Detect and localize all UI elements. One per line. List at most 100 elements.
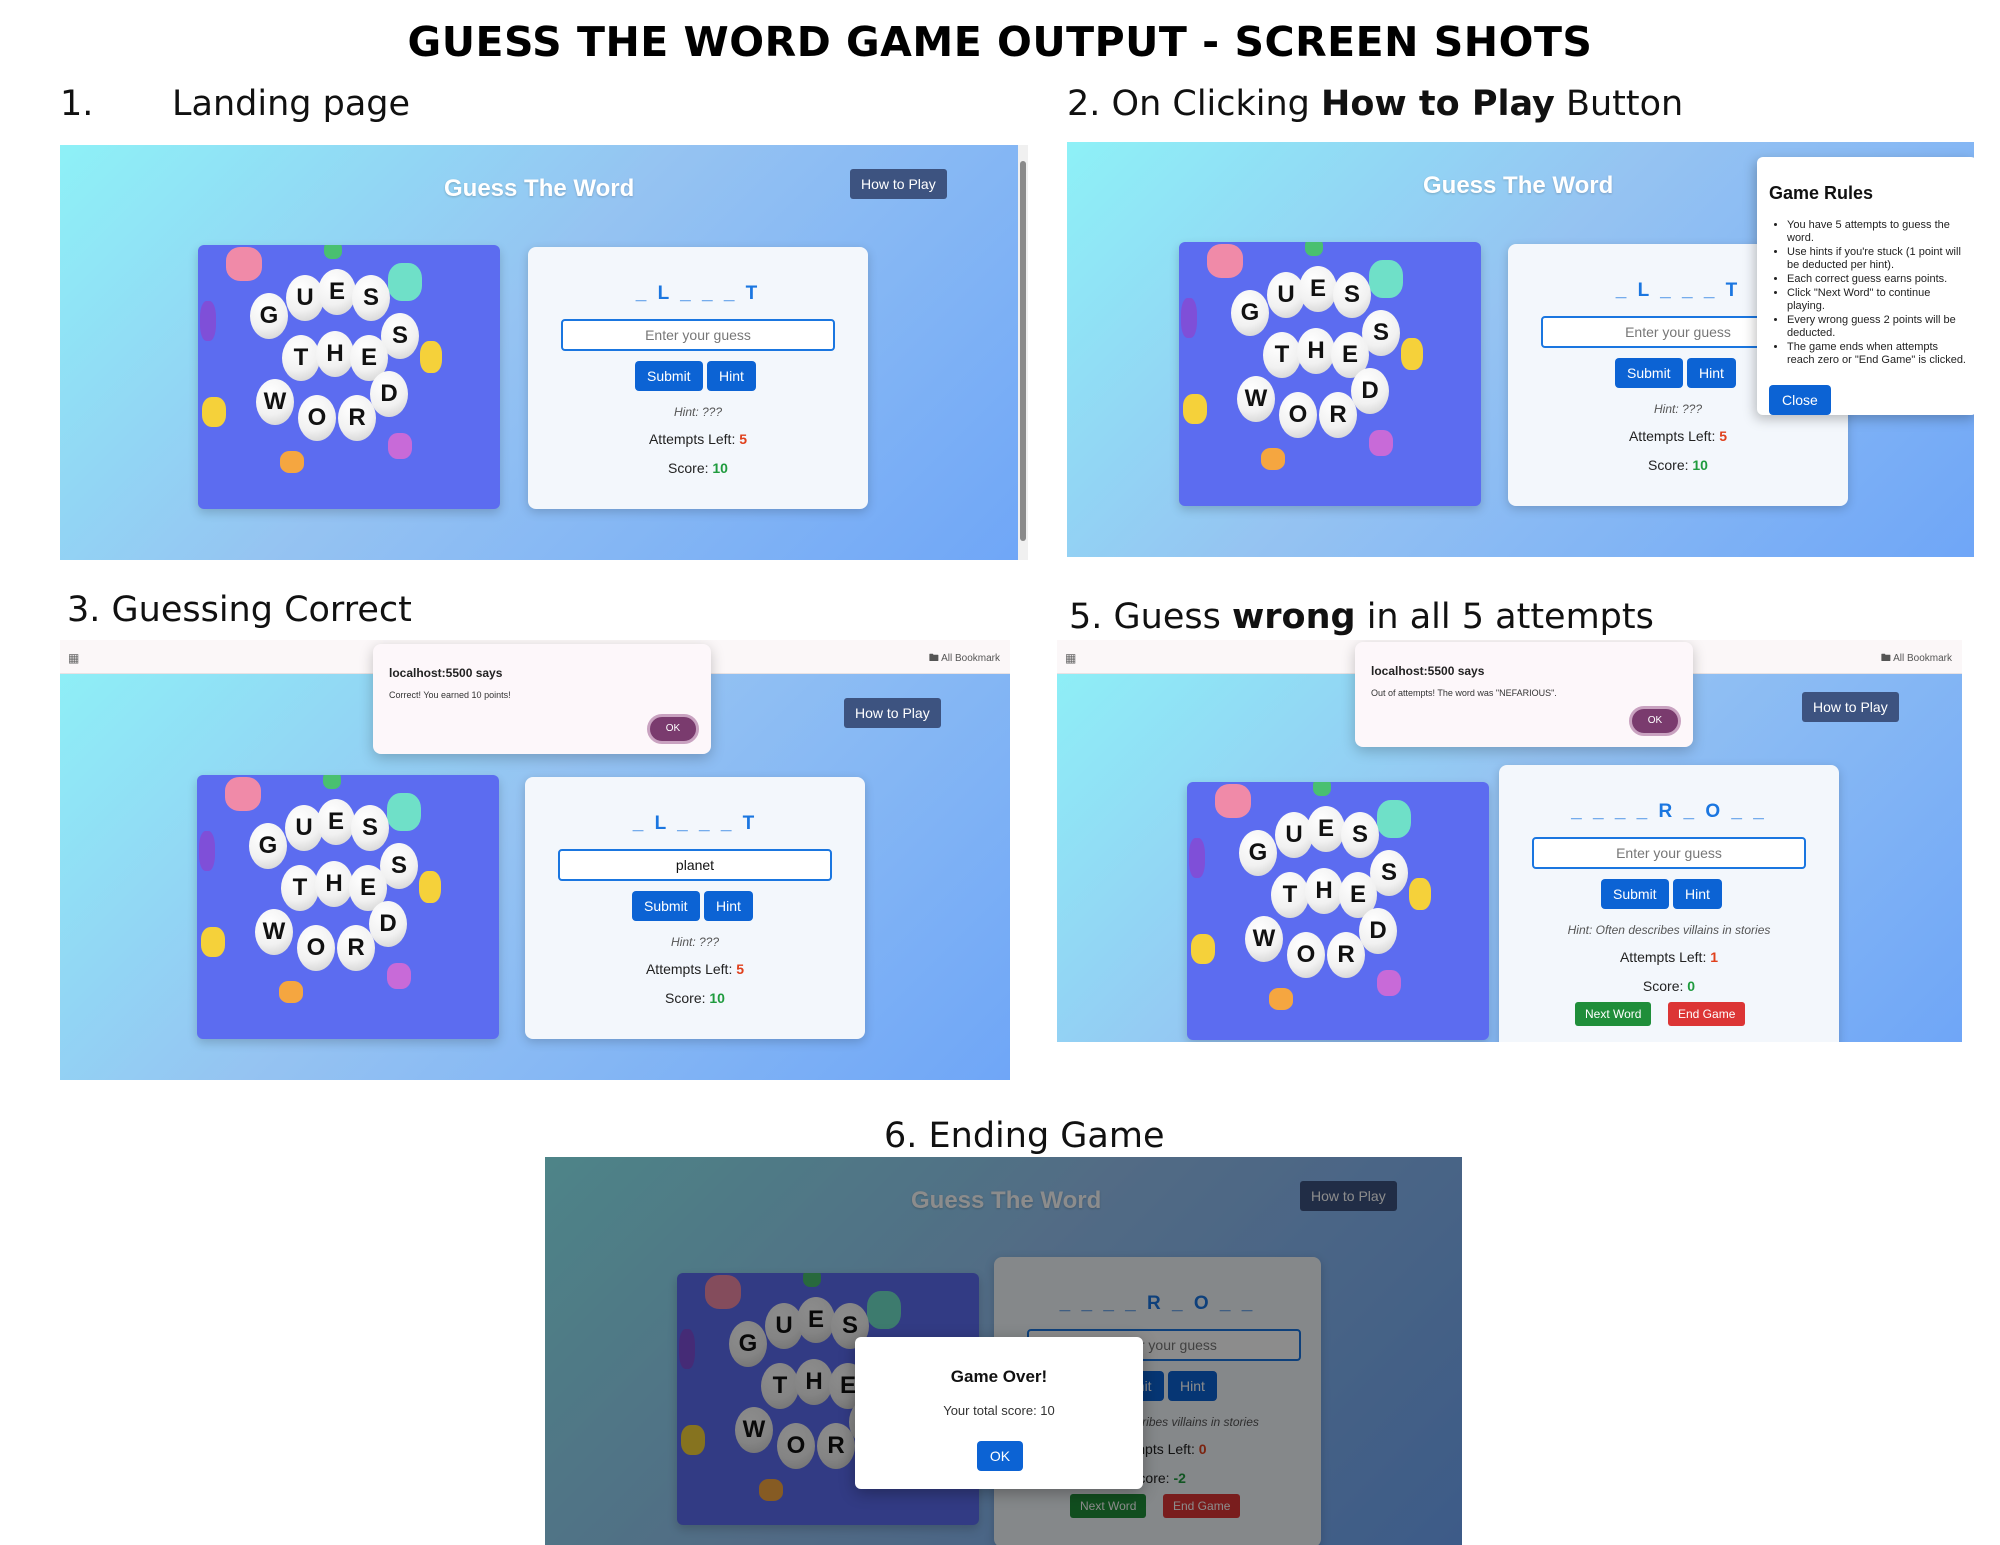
submit-button[interactable]: Submit <box>1601 879 1669 909</box>
section-3-title: 3. Guessing Correct <box>67 590 412 630</box>
end-game-button[interactable]: End Game <box>1668 1002 1746 1026</box>
guess-input[interactable]: Enter your guess <box>1532 837 1806 869</box>
rule-item: Every wrong guess 2 points will be deduc… <box>1787 314 1967 340</box>
section-2-post: Button <box>1554 84 1684 124</box>
letter-ball: G <box>1231 290 1269 336</box>
letter-ball: H <box>1305 868 1343 914</box>
letter-ball: W <box>1237 376 1275 422</box>
cup-icon <box>1369 430 1393 456</box>
apps-grid-icon[interactable]: ▦ <box>1065 651 1076 665</box>
bag-icon <box>420 341 442 373</box>
how-to-play-button[interactable]: How to Play <box>1802 692 1899 722</box>
letter-ball: W <box>255 909 293 955</box>
letter-ball: E <box>318 269 356 315</box>
letter-ball: H <box>1297 328 1335 374</box>
submit-button[interactable]: Submit <box>632 891 700 921</box>
how-to-play-button[interactable]: How to Play <box>844 698 941 728</box>
game-title: Guess The Word <box>1423 172 1614 199</box>
bookmarks-label: All Bookmark <box>1893 653 1952 664</box>
alert-ok-button[interactable]: OK <box>1629 706 1681 736</box>
apps-grid-icon[interactable]: ▦ <box>68 651 79 665</box>
pig-toy-icon <box>225 777 261 811</box>
attempts-left: Attempts Left: 5 <box>528 431 868 447</box>
masked-word: _ L _ _ _ T <box>635 283 761 304</box>
letter-ball: S <box>352 275 390 321</box>
book-icon <box>387 793 421 831</box>
hint-button[interactable]: Hint <box>1687 358 1736 388</box>
score-label: Score: <box>668 460 709 476</box>
guess-input[interactable]: planet <box>558 849 832 881</box>
score-value: 0 <box>1687 978 1696 994</box>
game-over-title: Game Over! <box>950 1367 1048 1386</box>
letter-ball: O <box>297 925 335 971</box>
scrollbar-thumb[interactable] <box>1020 161 1026 541</box>
letter-ball: S <box>351 805 389 851</box>
score: Score: 10 <box>525 990 865 1006</box>
attempts-label: Attempts Left: <box>648 431 736 447</box>
scrollbar[interactable] <box>1018 145 1028 560</box>
hint-button[interactable]: Hint <box>704 891 753 921</box>
alert-host: localhost:5500 says <box>389 666 503 680</box>
screenshot-ending: Guess The Word How to Play GUESSTHEWORD … <box>545 1157 1462 1545</box>
score: Score: 10 <box>1508 457 1848 473</box>
rule-item: Use hints if you're stuck (1 point will … <box>1787 246 1967 272</box>
letter-ball: H <box>315 861 353 907</box>
score-label: Score: <box>665 990 706 1006</box>
score-label: Score: <box>1642 978 1684 994</box>
hint-button[interactable]: Hint <box>1673 879 1722 909</box>
letter-ball: G <box>1239 830 1277 876</box>
game-card: _ _ _ _ R _ O _ _ Enter your guess Submi… <box>1499 765 1839 1042</box>
document-title: GUESS THE WORD GAME OUTPUT - SCREEN SHOT… <box>407 18 1593 66</box>
game-rules-modal: Game Rules You have 5 attempts to guess … <box>1757 157 1974 415</box>
letter-ball: S <box>1341 812 1379 858</box>
clock-icon <box>1305 242 1323 256</box>
rule-item: Click "Next Word" to continue playing. <box>1787 287 1967 313</box>
how-to-play-button[interactable]: How to Play <box>850 169 947 199</box>
attempts-value: 5 <box>739 431 748 447</box>
alert-host: localhost:5500 says <box>1371 664 1485 678</box>
hint-text: Hint: ??? <box>673 405 723 419</box>
pig-toy-icon <box>226 247 262 281</box>
next-word-button[interactable]: Next Word <box>1575 1002 1652 1026</box>
guess-input[interactable]: Enter your guess <box>561 319 835 351</box>
submit-button[interactable]: Submit <box>1615 358 1683 388</box>
section-1-number: 1. <box>60 84 94 124</box>
bookmarks-label: All Bookmark <box>941 653 1000 664</box>
letter-ball: W <box>256 379 294 425</box>
alert-message: Out of attempts! The word was "NEFARIOUS… <box>1371 688 1557 698</box>
rocket-icon <box>200 301 216 341</box>
all-bookmarks[interactable]: 🖿 All Bookmark <box>929 651 1000 668</box>
section-5-bold: wrong <box>1231 597 1356 637</box>
attempts-value: 1 <box>1710 949 1719 965</box>
game-illustration: GUESSTHEWORD <box>1187 782 1489 1040</box>
section-2-pre: 2. On Clicking <box>1067 84 1322 124</box>
submit-button[interactable]: Submit <box>635 361 703 391</box>
rule-item: The game ends when attempts reach zero o… <box>1787 341 1967 367</box>
browser-alert: localhost:5500 says Correct! You earned … <box>373 644 711 754</box>
duck-icon <box>202 397 226 427</box>
game-card: _ L _ _ _ T planet Submit Hint Hint: ???… <box>525 777 865 1039</box>
masked-word: _ L _ _ _ T <box>632 813 758 834</box>
rules-title: Game Rules <box>1769 183 1874 203</box>
browser-alert: localhost:5500 says Out of attempts! The… <box>1355 642 1693 747</box>
letter-ball: O <box>1279 392 1317 438</box>
screenshot-wrong: ▦ 🖿 All Bookmark How to Play GUESSTHEWOR… <box>1057 640 1962 1042</box>
alert-ok-button[interactable]: OK <box>647 714 699 744</box>
letter-ball: T <box>1263 332 1301 378</box>
score: Score: 0 <box>1499 978 1839 994</box>
rule-item: Each correct guess earns points. <box>1787 273 1967 286</box>
attempts-left: Attempts Left: 5 <box>525 961 865 977</box>
rocket-icon <box>1189 838 1205 878</box>
toy-icon <box>279 981 303 1003</box>
section-1-title: Landing page <box>172 84 411 124</box>
game-over-modal: Game Over! Your total score: 10 OK <box>855 1337 1143 1489</box>
clock-icon <box>324 245 342 259</box>
all-bookmarks[interactable]: 🖿 All Bookmark <box>1881 651 1952 668</box>
score-value: 10 <box>709 990 725 1006</box>
game-over-ok-button[interactable]: OK <box>977 1441 1023 1471</box>
close-button[interactable]: Close <box>1769 385 1831 415</box>
hint-button[interactable]: Hint <box>707 361 756 391</box>
screenshot-correct: ▦ 🖿 All Bookmark How to Play GUESSTHEWOR… <box>60 640 1010 1080</box>
attempts-value: 5 <box>736 961 745 977</box>
letter-ball: O <box>298 395 336 441</box>
